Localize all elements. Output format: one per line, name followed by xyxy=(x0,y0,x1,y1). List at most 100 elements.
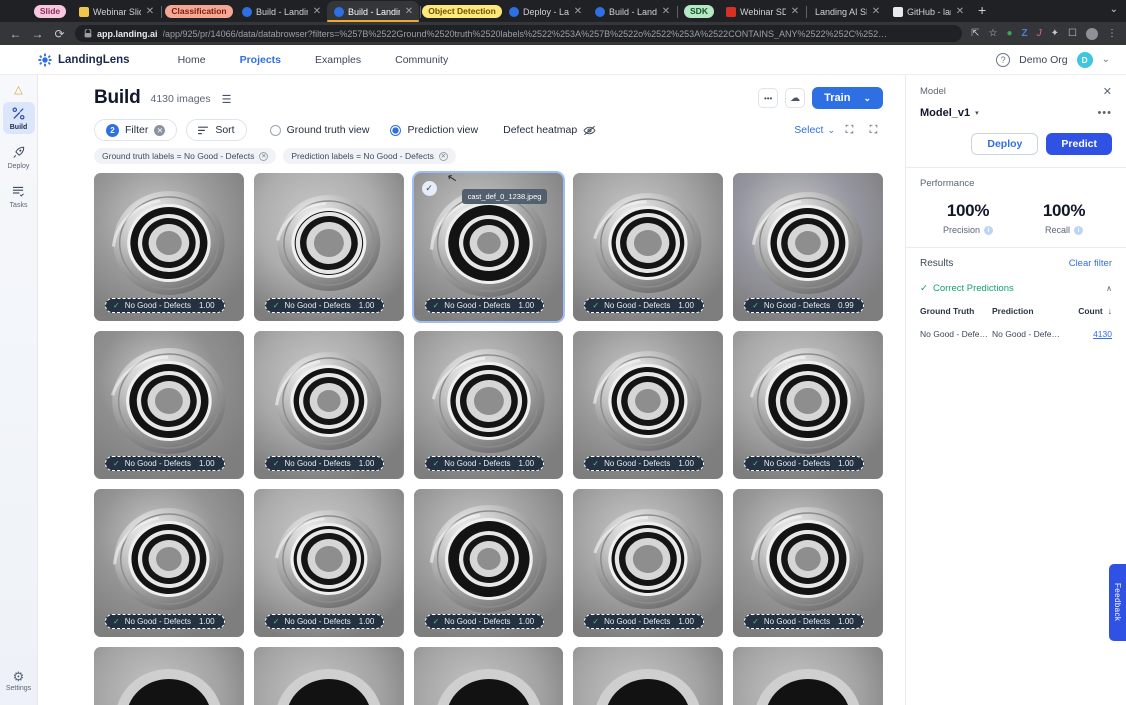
tab-group-pill[interactable]: SDK xyxy=(684,5,714,18)
filter-chip-0[interactable]: Ground truth labels = No Good - Defects✕ xyxy=(94,148,276,164)
journal-icon[interactable]: J xyxy=(1037,28,1042,39)
nav-link-community[interactable]: Community xyxy=(395,54,448,66)
browser-tab-2[interactable]: Classification xyxy=(163,1,235,22)
pin-icon[interactable]: ✦ xyxy=(1051,28,1059,39)
browser-tab-0[interactable]: Slide xyxy=(28,1,72,22)
close-icon[interactable]: ✕ xyxy=(661,6,671,17)
image-card[interactable]: ✓No Good - Defects1.00 xyxy=(414,489,564,637)
deploy-button[interactable]: Deploy xyxy=(971,133,1038,155)
image-card[interactable] xyxy=(573,647,723,705)
filter-chip-1[interactable]: Prediction labels = No Good - Defects✕ xyxy=(283,148,455,164)
browser-tab-8[interactable]: SDK xyxy=(679,1,719,22)
extension-puzzle-icon[interactable]: ● xyxy=(1006,28,1012,39)
image-card[interactable]: ✓No Good - Defects1.00 xyxy=(94,173,244,321)
chevron-down-icon[interactable]: ⌄ xyxy=(1102,54,1110,65)
image-card[interactable] xyxy=(733,647,883,705)
back-button[interactable]: ← xyxy=(9,27,22,41)
tab-group-pill[interactable]: Object Detection xyxy=(422,5,502,18)
forward-button[interactable]: → xyxy=(31,27,44,41)
image-card[interactable]: ✓No Good - Defects1.00 xyxy=(733,489,883,637)
filter-button[interactable]: 2 Filter ✕ xyxy=(94,119,177,141)
tab-group-pill[interactable]: Classification xyxy=(165,5,232,18)
close-icon[interactable]: ✕ xyxy=(573,6,583,17)
info-icon[interactable]: i xyxy=(1074,226,1083,235)
image-card[interactable]: ✓No Good - Defects1.00 xyxy=(733,331,883,479)
close-icon[interactable]: ✕ xyxy=(312,6,322,17)
more-vertical-icon[interactable]: ⋮ xyxy=(1107,28,1117,39)
sort-button[interactable]: Sort xyxy=(186,119,246,141)
star-icon[interactable]: ☆ xyxy=(989,28,998,39)
image-card[interactable]: ✓No Good - Defects1.00 xyxy=(254,489,404,637)
browser-tab-11[interactable]: GitHub - landing✕ xyxy=(886,1,970,22)
feedback-tab[interactable]: Feedback xyxy=(1109,564,1126,641)
zotero-icon[interactable]: Z xyxy=(1022,28,1028,39)
focus-in-icon[interactable]: ⛶ xyxy=(840,121,859,140)
model-selector[interactable]: Model_v1 ▾ ••• xyxy=(920,107,1112,119)
remove-chip-icon[interactable]: ✕ xyxy=(439,152,448,161)
sidebar-item-tasks[interactable]: Tasks xyxy=(3,180,35,212)
image-card[interactable]: ✓↖cast_def_0_1238.jpeg✓No Good - Defects… xyxy=(414,173,564,321)
predict-button[interactable]: Predict xyxy=(1046,133,1112,155)
chevron-up-icon[interactable]: ∧ xyxy=(1106,284,1112,293)
more-options-button[interactable]: ••• xyxy=(758,88,778,108)
labeling-icon[interactable]: △ xyxy=(14,83,22,96)
image-card[interactable]: ✓No Good - Defects1.00 xyxy=(94,489,244,637)
nav-link-projects[interactable]: Projects xyxy=(240,54,281,66)
browser-tab-4[interactable]: Build - Landing /✕ xyxy=(327,1,419,22)
sidepanel-icon[interactable]: ☐ xyxy=(1068,28,1077,39)
browser-tab-9[interactable]: Webinar SDK De✕ xyxy=(719,1,805,22)
image-card[interactable]: ✓No Good - Defects1.00 xyxy=(573,173,723,321)
remove-chip-icon[interactable]: ✕ xyxy=(259,152,268,161)
close-icon[interactable]: ✕ xyxy=(955,6,965,17)
share-icon[interactable]: ⇱ xyxy=(971,28,979,39)
tab-group-pill[interactable]: Slide xyxy=(34,5,66,18)
nav-link-home[interactable]: Home xyxy=(178,54,206,66)
browser-tab-6[interactable]: Deploy - Landin✕ xyxy=(502,1,588,22)
column-header-count[interactable]: Count ↓ xyxy=(1078,306,1112,316)
model-more-button[interactable]: ••• xyxy=(1097,107,1112,119)
select-dropdown[interactable]: Select ⌄ xyxy=(794,124,835,136)
browser-tab-1[interactable]: Webinar Slides -✕ xyxy=(72,1,160,22)
view-radio-prediction[interactable]: Prediction view xyxy=(390,124,478,136)
close-icon[interactable]: ✕ xyxy=(1103,85,1112,98)
image-card[interactable] xyxy=(414,647,564,705)
clear-filter-icon[interactable]: ✕ xyxy=(154,125,165,136)
image-card[interactable]: ✓No Good - Defects1.00 xyxy=(573,331,723,479)
image-card[interactable]: ✓No Good - Defects0.99 xyxy=(733,173,883,321)
cloud-upload-icon[interactable]: ☁ xyxy=(785,88,805,108)
avatar[interactable]: D xyxy=(1077,52,1093,68)
correct-predictions-row[interactable]: ✓ Correct Predictions ∧ xyxy=(920,283,1112,294)
help-circle-icon[interactable]: ? xyxy=(996,53,1010,67)
image-card[interactable]: ✓No Good - Defects1.00 xyxy=(94,331,244,479)
image-card[interactable]: ✓No Good - Defects1.00 xyxy=(573,489,723,637)
info-icon[interactable]: i xyxy=(984,226,993,235)
cell-count-link[interactable]: 4130 xyxy=(1093,329,1112,339)
close-icon[interactable]: ✕ xyxy=(790,6,800,17)
image-card[interactable] xyxy=(94,647,244,705)
sidebar-item-deploy[interactable]: Deploy xyxy=(3,141,35,173)
profile-avatar[interactable] xyxy=(1086,28,1098,40)
image-card[interactable] xyxy=(254,647,404,705)
train-button[interactable]: Train ⌄ xyxy=(812,87,883,109)
browser-tab-10[interactable]: Landing AI SDK✕ xyxy=(808,1,886,22)
nav-link-examples[interactable]: Examples xyxy=(315,54,361,66)
address-bar[interactable]: app.landing.ai /app/925/pr/14066/data/da… xyxy=(75,25,962,42)
brand-logo[interactable]: LandingLens xyxy=(38,53,130,67)
browser-tab-3[interactable]: Build - Landing /✕ xyxy=(235,1,327,22)
browser-tab-5[interactable]: Object Detection xyxy=(422,1,502,22)
view-radio-ground-truth[interactable]: Ground truth view xyxy=(270,124,370,136)
close-icon[interactable]: ✕ xyxy=(404,6,414,17)
tab-search-caret-icon[interactable]: ⌄ xyxy=(1104,4,1124,18)
image-card[interactable]: ✓No Good - Defects1.00 xyxy=(254,331,404,479)
browser-tab-7[interactable]: Build - Landing /✕ xyxy=(588,1,676,22)
expand-icon[interactable]: ⛶ xyxy=(864,121,883,140)
new-tab-button[interactable]: + xyxy=(970,2,994,20)
close-icon[interactable]: ✕ xyxy=(871,6,881,17)
sidebar-item-build[interactable]: Build xyxy=(3,102,35,134)
sidebar-item-settings[interactable]: ⚙ Settings xyxy=(3,665,35,695)
bar-chart-icon[interactable]: ☰ xyxy=(222,93,232,106)
card-select-checkbox[interactable]: ✓ xyxy=(422,181,437,196)
image-card[interactable]: ✓No Good - Defects1.00 xyxy=(254,173,404,321)
image-card[interactable]: ✓No Good - Defects1.00 xyxy=(414,331,564,479)
reload-button[interactable]: ⟳ xyxy=(53,27,66,41)
